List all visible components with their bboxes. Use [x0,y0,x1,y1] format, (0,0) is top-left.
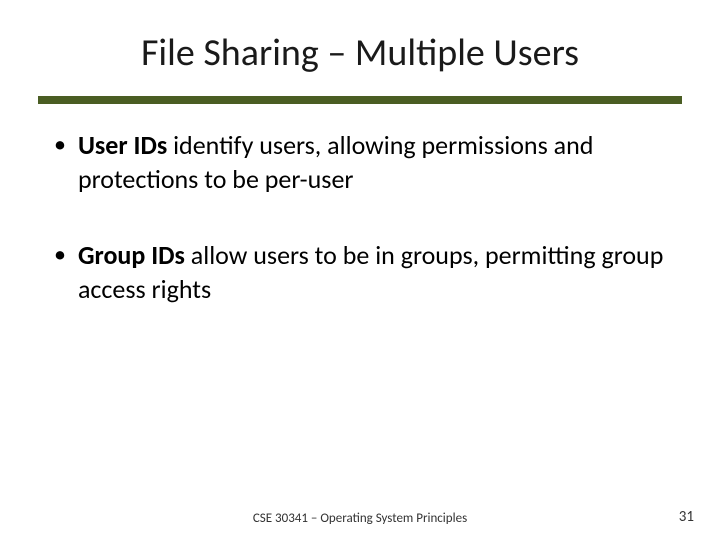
slide: File Sharing – Multiple Users • User IDs… [0,0,720,540]
title-underline [38,96,682,104]
page-number: 31 [679,508,694,526]
bullet-marker-icon: • [54,128,66,162]
slide-title: File Sharing – Multiple Users [0,30,720,76]
bullet-bold: User IDs [78,129,167,161]
bullet-item: • Group IDs allow users to be in groups,… [54,238,666,306]
bullet-bold: Group IDs [78,239,185,271]
bullet-text: User IDs identify users, allowing permis… [78,128,666,196]
bullet-item: • User IDs identify users, allowing perm… [54,128,666,196]
bullet-text: Group IDs allow users to be in groups, p… [78,238,666,306]
content-area: • User IDs identify users, allowing perm… [54,128,666,348]
footer-course: CSE 30341 – Operating System Principles [0,511,720,526]
bullet-marker-icon: • [54,238,66,272]
